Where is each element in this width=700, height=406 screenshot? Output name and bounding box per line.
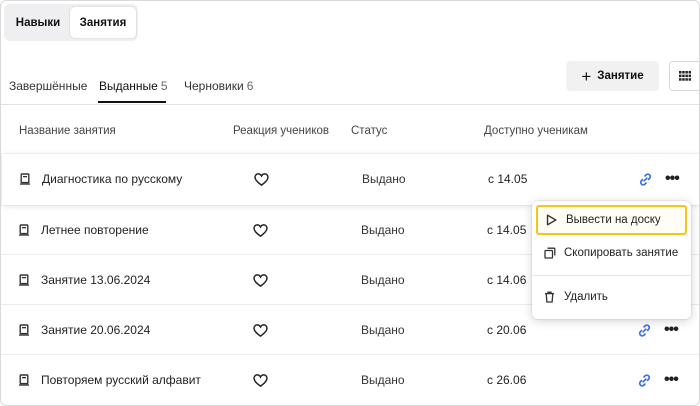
link-icon[interactable] xyxy=(637,355,652,405)
copy-icon xyxy=(544,247,558,259)
table-row[interactable]: Повторяем русский алфавит Выдано с 26.06… xyxy=(1,355,699,405)
tab-label: Выданные xyxy=(99,79,158,93)
tab-label: Черновики xyxy=(184,79,244,93)
tab-drafts[interactable]: Черновики 6 xyxy=(184,79,253,93)
lesson-name[interactable]: Диагностика по русскому xyxy=(42,154,182,204)
play-icon xyxy=(546,214,560,226)
lesson-icon xyxy=(18,305,30,355)
section-switch: Навыки Занятия xyxy=(4,4,138,41)
active-tab-indicator xyxy=(98,101,166,103)
lesson-icon xyxy=(19,154,31,204)
more-button[interactable]: ••• xyxy=(665,154,680,204)
header-name[interactable]: Название занятия xyxy=(19,125,116,137)
tab-count: 6 xyxy=(246,79,254,93)
lesson-icon xyxy=(18,205,30,255)
tab-issued[interactable]: Выданные 5 xyxy=(99,79,168,93)
menu-divider xyxy=(532,275,691,276)
status-text: Выдано xyxy=(361,223,405,237)
view-toggle-button[interactable] xyxy=(669,61,699,91)
more-button[interactable]: ••• xyxy=(664,355,679,405)
add-lesson-label: Занятие xyxy=(597,70,644,82)
lesson-name[interactable]: Занятие 20.06.2024 xyxy=(41,305,150,355)
status-text: Выдано xyxy=(361,323,405,337)
plus-icon: + xyxy=(581,66,592,86)
more-icon: ••• xyxy=(665,170,680,187)
available-date: с 14.06 xyxy=(487,273,527,287)
trash-icon xyxy=(544,291,558,303)
available-date: с 14.05 xyxy=(488,172,528,186)
status-text: Выдано xyxy=(361,273,405,287)
link-icon[interactable] xyxy=(638,154,653,204)
heart-icon[interactable] xyxy=(253,255,268,305)
menu-item-label: Удалить xyxy=(564,291,608,303)
available-date: с 14.05 xyxy=(487,223,527,237)
grid-view-icon xyxy=(679,71,691,81)
lesson-name[interactable]: Повторяем русский алфавит xyxy=(41,355,201,405)
available-date: с 20.06 xyxy=(487,323,527,337)
lesson-icon xyxy=(18,255,30,305)
menu-item-label: Скопировать занятие xyxy=(564,247,679,259)
lessons-panel: Навыки Занятия Завершённые Выданные 5 Чер… xyxy=(0,0,700,406)
lesson-context-menu: Вывести на доску Скопировать занятие Уда… xyxy=(532,201,691,319)
more-icon: ••• xyxy=(664,321,679,338)
more-icon: ••• xyxy=(664,371,679,388)
status-text: Выдано xyxy=(361,373,405,387)
tab-count: 5 xyxy=(160,79,168,93)
available-date: с 26.06 xyxy=(487,373,527,387)
heart-icon[interactable] xyxy=(253,355,268,405)
heart-icon[interactable] xyxy=(253,305,268,355)
heart-icon[interactable] xyxy=(253,205,268,255)
lesson-name[interactable]: Летнее повторение xyxy=(41,205,149,255)
menu-item-label: Вывести на доску xyxy=(566,214,661,226)
header-status[interactable]: Статус xyxy=(351,125,387,137)
tab-completed[interactable]: Завершённые xyxy=(9,79,87,93)
tab-label: Завершённые xyxy=(9,79,88,93)
status-text: Выдано xyxy=(362,172,406,186)
menu-item-delete[interactable]: Удалить xyxy=(536,282,687,312)
lesson-icon xyxy=(18,355,30,405)
menu-item-show-on-board[interactable]: Вывести на доску xyxy=(536,205,687,235)
switch-lessons[interactable]: Занятия xyxy=(70,7,136,38)
add-lesson-button[interactable]: + Занятие xyxy=(566,61,659,91)
switch-skills[interactable]: Навыки xyxy=(7,7,69,38)
header-reaction[interactable]: Реакция учеников xyxy=(233,125,329,137)
menu-item-copy-lesson[interactable]: Скопировать занятие xyxy=(536,238,687,268)
heart-icon[interactable] xyxy=(254,154,269,204)
header-available[interactable]: Доступно ученикам xyxy=(484,125,588,137)
table-row[interactable]: Диагностика по русскому Выдано с 14.05 •… xyxy=(2,154,699,205)
lesson-name[interactable]: Занятие 13.06.2024 xyxy=(41,255,150,305)
